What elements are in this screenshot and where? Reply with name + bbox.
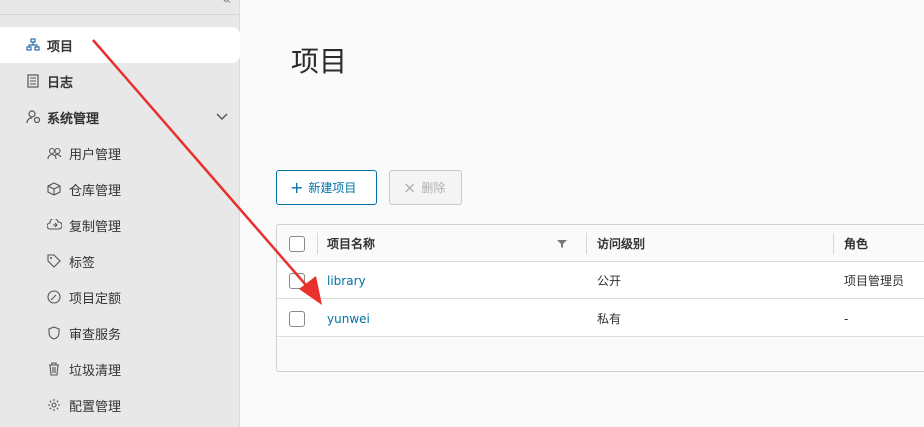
new-project-button[interactable]: + 新建项目 [276, 170, 377, 205]
project-name-link[interactable]: library [327, 262, 366, 299]
sidebar-item-interrogation[interactable]: 审查服务 [0, 315, 240, 351]
role: - [844, 311, 849, 326]
sidebar-item-config[interactable]: 配置管理 [0, 387, 240, 423]
delete-label: 删除 [421, 181, 446, 195]
column-header-role[interactable]: 角色 [844, 225, 868, 262]
table-row[interactable]: yunwei 私有 - [277, 300, 924, 337]
projects-table: 项目名称 访问级别 角色 library 公开 项目管理员 yunwei 私有 … [276, 224, 924, 372]
sidebar-item-replication[interactable]: 复制管理 [0, 207, 240, 243]
sidebar-item-label: 垃圾清理 [69, 363, 122, 379]
sidebar-item-quotas[interactable]: 项目定额 [0, 279, 240, 315]
sidebar-item-labels[interactable]: 标签 [0, 243, 240, 279]
users-icon [46, 145, 62, 161]
column-separator [317, 233, 318, 254]
tag-icon [46, 253, 62, 269]
quota-icon [46, 289, 62, 305]
chevron-down-icon[interactable] [216, 110, 228, 125]
close-icon: × [403, 177, 417, 197]
filter-icon[interactable] [557, 238, 567, 252]
sidebar-item-admin[interactable]: 系统管理 [0, 99, 240, 135]
main-content: 项目 + 新建项目 × 删除 项目名称 访问级别 角色 library 公开 项… [241, 0, 924, 427]
sidebar-item-label: 系统管理 [47, 111, 100, 127]
table-header: 项目名称 访问级别 角色 [277, 225, 924, 262]
trash-icon [46, 361, 62, 377]
sidebar-item-label: 审查服务 [69, 327, 122, 343]
table-row[interactable]: library 公开 项目管理员 [277, 262, 924, 299]
row-checkbox[interactable] [289, 272, 305, 289]
sidebar-item-label: 复制管理 [69, 219, 122, 235]
sidebar-item-label: 项目定额 [69, 291, 122, 307]
divider [0, 14, 240, 15]
sidebar-item-label: 用户管理 [69, 147, 122, 163]
column-header-name[interactable]: 项目名称 [327, 225, 375, 262]
log-icon [25, 73, 41, 89]
sidebar-item-projects[interactable]: 项目 [0, 27, 240, 63]
gear-icon [46, 397, 62, 413]
page-title: 项目 [291, 45, 348, 78]
sidebar-item-label: 日志 [47, 75, 74, 91]
sidebar-item-logs[interactable]: 日志 [0, 63, 240, 99]
column-header-access[interactable]: 访问级别 [597, 225, 645, 262]
role: 项目管理员 [844, 274, 905, 288]
column-separator [833, 233, 834, 254]
admin-icon [25, 109, 41, 125]
sidebar-item-label: 项目 [47, 39, 74, 55]
project-icon [25, 37, 41, 53]
sidebar-item-gc[interactable]: 垃圾清理 [0, 351, 240, 387]
sidebar: « 项目 日志 系统管理 用户管理 仓库管理 复制管理 标签 项目定额 审查服务… [0, 0, 240, 427]
plus-icon: + [290, 177, 304, 197]
table-footer [277, 338, 924, 371]
sidebar-item-label: 配置管理 [69, 399, 122, 415]
column-separator [586, 233, 587, 254]
access-level: 公开 [597, 274, 622, 288]
sidebar-item-label: 仓库管理 [69, 183, 122, 199]
project-name-link[interactable]: yunwei [327, 300, 370, 337]
sidebar-item-label: 标签 [69, 255, 96, 271]
sidebar-item-registries[interactable]: 仓库管理 [0, 171, 240, 207]
registry-icon [46, 181, 62, 197]
access-level: 私有 [597, 312, 622, 326]
collapse-sidebar-icon[interactable]: « [222, 0, 231, 8]
delete-button[interactable]: × 删除 [389, 170, 462, 205]
new-project-label: 新建项目 [308, 181, 357, 195]
row-checkbox[interactable] [289, 310, 305, 327]
sidebar-item-users[interactable]: 用户管理 [0, 135, 240, 171]
shield-icon [46, 325, 62, 341]
replication-icon [46, 217, 62, 233]
select-all-checkbox[interactable] [289, 235, 305, 252]
